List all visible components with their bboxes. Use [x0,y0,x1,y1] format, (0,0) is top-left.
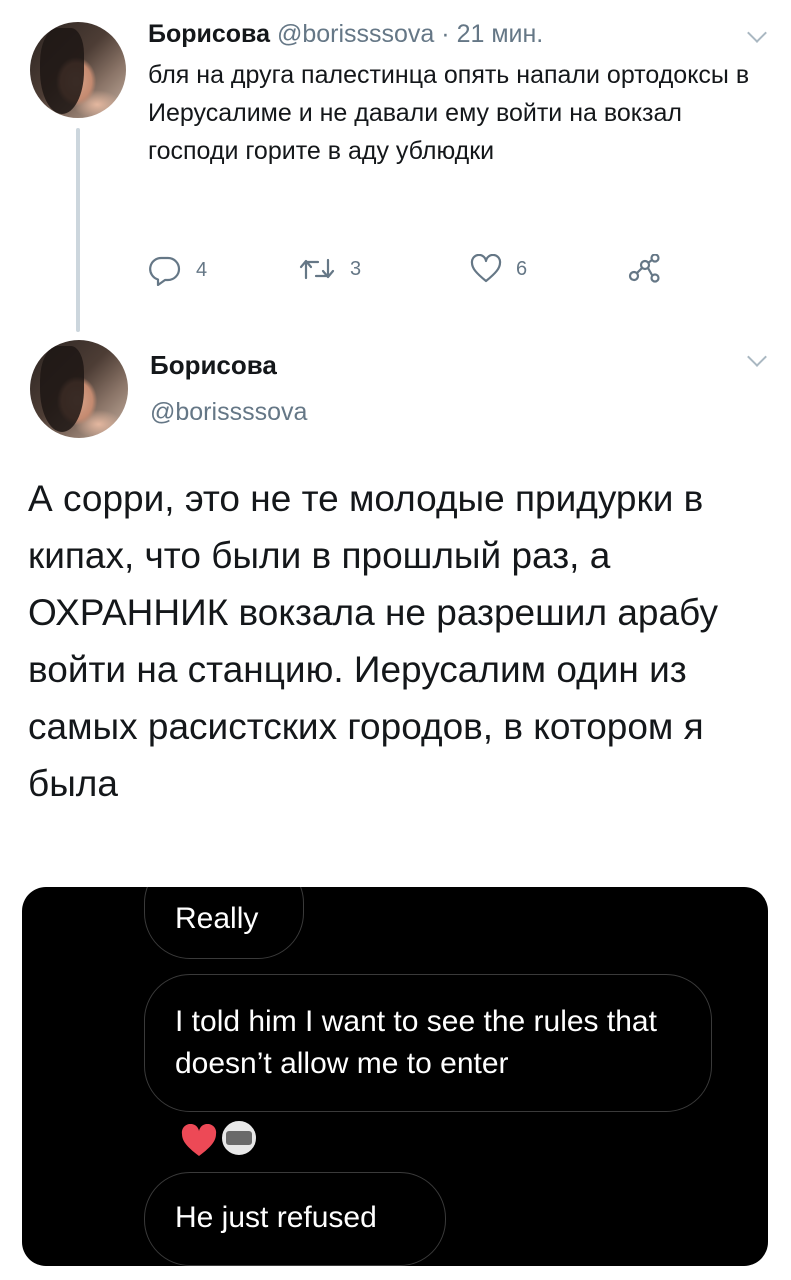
like-button[interactable]: 6 [470,254,527,284]
message-text: I told him I want to see the rules that … [175,1005,657,1080]
message-bubble: Really [144,887,304,959]
reply-icon [149,256,181,286]
retweet-icon [299,258,335,280]
heart-reaction-icon [181,1124,217,1156]
tweet-text: А сорри, это не те молодые придурки в ки… [28,478,718,804]
timestamp[interactable]: 21 мин. [457,20,544,48]
handle[interactable]: @borissssova [277,20,434,48]
tweet-text: бля на друга палестинца опять напали орт… [148,61,750,165]
message-text: Really [175,902,259,935]
reply-button[interactable]: 4 [148,254,207,286]
tweet-actions: 4 3 6 [148,254,688,294]
display-name[interactable]: Борисова [148,20,270,48]
message-bubble: He just refused [144,1172,446,1266]
avatar[interactable] [30,340,128,438]
heart-icon [470,254,502,283]
share-icon [628,254,660,283]
chevron-down-icon[interactable] [747,23,767,43]
display-name[interactable]: Борисова [150,350,277,381]
handle[interactable]: @borissssova [150,398,307,427]
chevron-down-icon[interactable] [747,347,767,367]
tweet-header: Борисова @borissssova · 21 мин. [148,20,543,49]
separator: · [441,20,450,48]
message-bubble: I told him I want to see the rules that … [144,974,712,1112]
retweet-count: 3 [350,257,362,280]
reply-count: 4 [196,258,208,281]
reaction-avatar [220,1119,258,1157]
share-button[interactable] [628,254,660,284]
attached-image[interactable]: Really I told him I want to see the rule… [22,887,768,1266]
avatar[interactable] [30,22,126,118]
retweet-button[interactable]: 3 [298,254,361,284]
message-text: He just refused [175,1201,377,1234]
like-count: 6 [516,257,528,280]
thread-connector-line [76,128,80,332]
